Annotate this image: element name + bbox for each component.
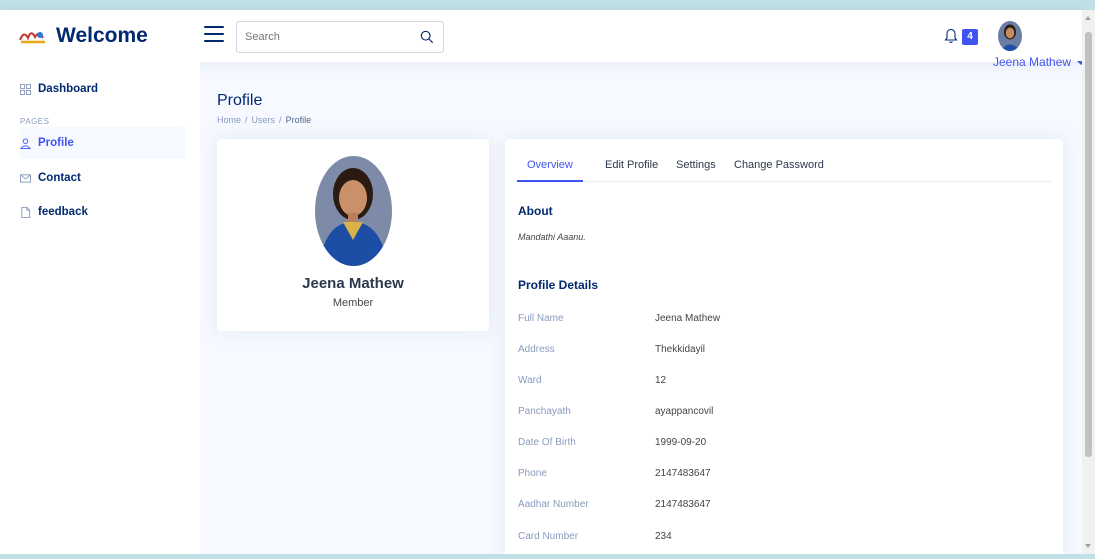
bell-icon[interactable]	[944, 28, 958, 44]
page-title: Profile	[217, 92, 263, 109]
sidebar-item-feedback[interactable]: feedback	[20, 206, 88, 218]
detail-label-ward: Ward	[518, 375, 542, 386]
profile-tabs: Overview Edit Profile Settings Change Pa…	[517, 152, 1052, 182]
search-box	[236, 21, 444, 53]
detail-value-phone: 2147483647	[655, 468, 711, 479]
top-header: Welcome 4	[0, 10, 1082, 62]
detail-value-panchayath: ayappancovil	[655, 406, 714, 417]
scrollbar-thumb[interactable]	[1085, 32, 1092, 457]
sidebar-item-label: Contact	[38, 172, 81, 184]
search-input[interactable]	[237, 22, 407, 52]
profile-details-card: Overview Edit Profile Settings Change Pa…	[505, 139, 1063, 559]
page-scrollbar[interactable]	[1082, 10, 1095, 554]
profile-role: Member	[332, 297, 374, 309]
tab-edit-profile[interactable]: Edit Profile	[605, 159, 658, 171]
profile-photo	[315, 156, 392, 266]
notification-badge[interactable]: 4	[962, 29, 978, 45]
about-heading: About	[518, 204, 553, 218]
breadcrumb-current: Profile	[285, 115, 312, 125]
detail-value-date-of-birth: 1999-09-20	[655, 437, 707, 448]
sidebar-item-dashboard[interactable]: Dashboard	[20, 83, 98, 95]
detail-label-panchayath: Panchayath	[518, 406, 571, 417]
logo-icon	[18, 26, 48, 46]
sidebar-item-label: Dashboard	[38, 83, 99, 95]
sidebar-item-label: Profile	[38, 137, 74, 149]
logo[interactable]: Welcome	[18, 24, 148, 48]
breadcrumb-home[interactable]: Home	[217, 115, 241, 125]
sidebar-item-label: feedback	[38, 206, 88, 218]
breadcrumb-users[interactable]: Users	[252, 115, 276, 125]
active-tab-indicator	[517, 180, 583, 182]
sidebar-heading: PAGES	[20, 117, 50, 126]
file-icon	[21, 206, 31, 218]
detail-label-aadhar-number: Aadhar Number	[518, 499, 589, 510]
profile-name: Jeena Mathew	[302, 275, 404, 292]
search-icon[interactable]	[420, 30, 434, 44]
tab-overview[interactable]: Overview	[527, 159, 573, 171]
detail-value-ward: 12	[655, 375, 667, 386]
profile-card: Jeena Mathew Member	[217, 139, 489, 331]
envelope-icon	[20, 173, 31, 183]
user-menu-toggle[interactable]: Jeena Mathew	[993, 55, 1086, 69]
user-avatar[interactable]	[998, 21, 1022, 51]
detail-label-phone: Phone	[518, 468, 547, 479]
detail-label-date-of-birth: Date Of Birth	[518, 437, 576, 448]
bottom-frame-strip	[0, 554, 1095, 559]
detail-label-card-number: Card Number	[518, 531, 579, 542]
about-text: Mandathi Aaanu.	[518, 232, 586, 242]
scroll-up-arrow-icon[interactable]	[1085, 16, 1091, 20]
breadcrumb: Home / Users / Profile	[217, 115, 312, 125]
sidebar-item-profile[interactable]: Profile	[20, 137, 74, 149]
logo-text: Welcome	[56, 24, 148, 47]
tab-change-password[interactable]: Change Password	[734, 159, 824, 171]
detail-label-address: Address	[518, 344, 555, 355]
grid-icon	[20, 83, 31, 95]
tab-settings[interactable]: Settings	[676, 159, 716, 171]
scroll-down-arrow-icon[interactable]	[1085, 544, 1091, 548]
person-icon	[20, 137, 31, 149]
detail-value-full-name: Jeena Mathew	[655, 313, 721, 324]
detail-value-card-number: 234	[655, 531, 672, 542]
detail-value-aadhar-number: 2147483647	[655, 499, 711, 510]
sidebar-item-contact[interactable]: Contact	[20, 172, 81, 184]
detail-label-full-name: Full Name	[518, 313, 564, 324]
hamburger-menu-icon[interactable]	[204, 26, 224, 44]
sidebar: Dashboard PAGES Profile Contact feedback	[0, 62, 200, 554]
profile-details-heading: Profile Details	[518, 278, 599, 292]
top-frame-strip	[0, 0, 1095, 10]
user-name-label: Jeena Mathew	[993, 55, 1072, 69]
detail-value-address: Thekkidayil	[655, 344, 706, 355]
